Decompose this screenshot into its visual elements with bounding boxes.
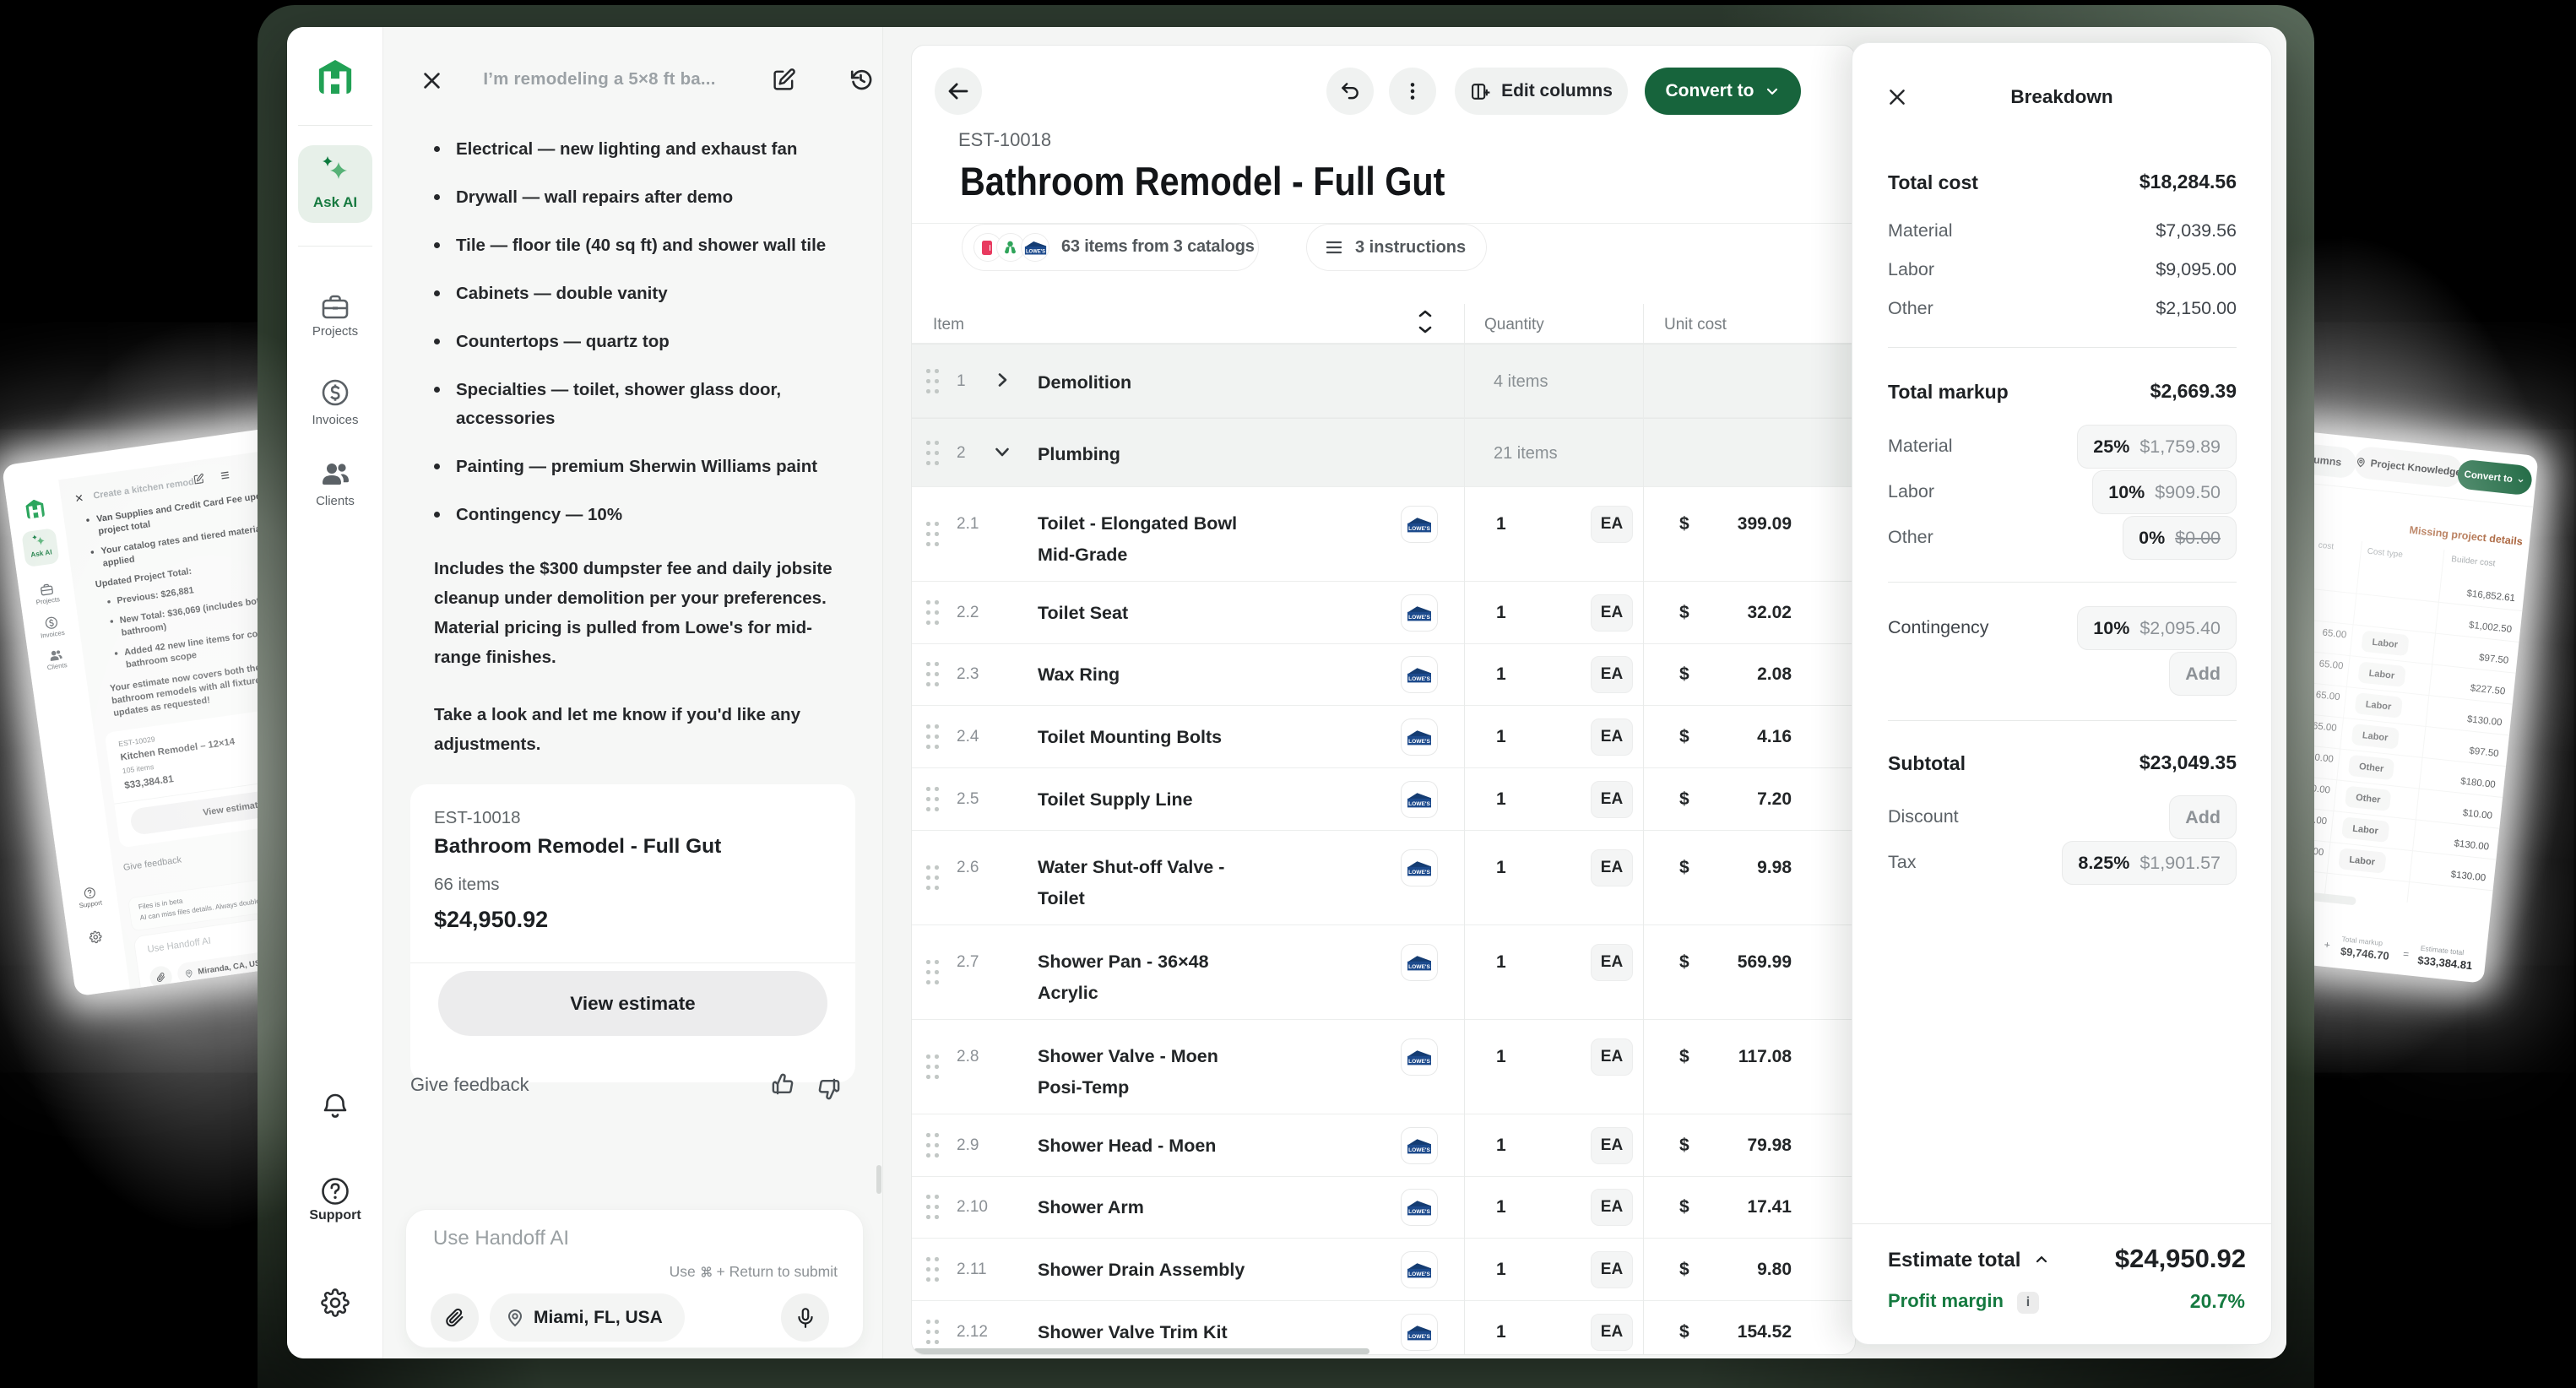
svg-text:LOWE'S: LOWE'S xyxy=(1408,964,1430,970)
svg-text:LOWE'S: LOWE'S xyxy=(1408,1209,1430,1215)
svg-text:LOWE'S: LOWE'S xyxy=(1408,526,1430,532)
svg-text:LOWE'S: LOWE'S xyxy=(1408,1147,1430,1153)
svg-text:LOWE'S: LOWE'S xyxy=(1408,1334,1430,1340)
svg-text:LOWE'S: LOWE'S xyxy=(1408,801,1430,807)
svg-text:LOWE'S: LOWE'S xyxy=(1408,676,1430,682)
svg-text:LOWE'S: LOWE'S xyxy=(1408,615,1430,621)
svg-text:LOWE'S: LOWE'S xyxy=(1408,739,1430,745)
svg-text:LOWE'S: LOWE'S xyxy=(1026,249,1045,254)
svg-text:LOWE'S: LOWE'S xyxy=(1408,1271,1430,1277)
svg-text:LOWE'S: LOWE'S xyxy=(1408,870,1430,876)
svg-text:LOWE'S: LOWE'S xyxy=(1408,1059,1430,1065)
